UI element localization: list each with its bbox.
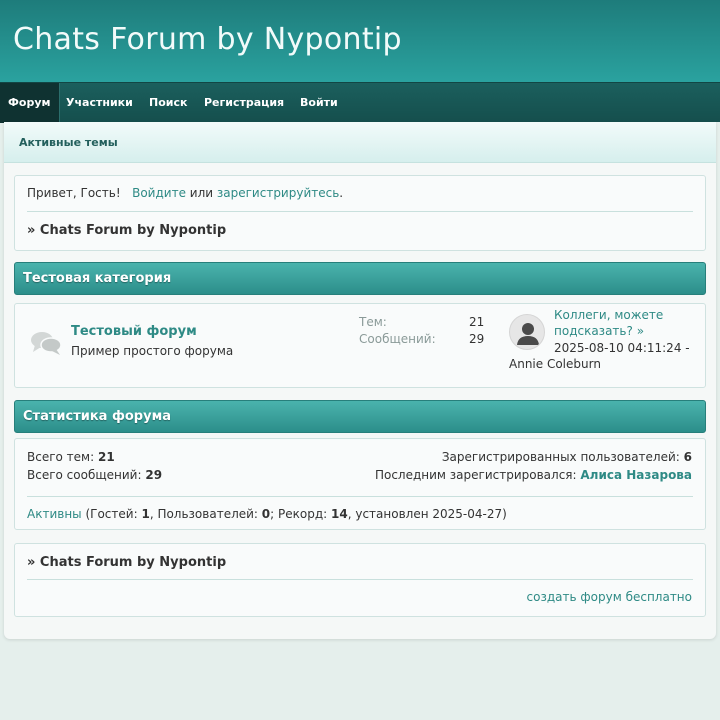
welcome-line: Привет, Гость! Войдите или зарегистрируй… [27,186,343,200]
last-registered: Последним зарегистрировался: Алиса Назар… [375,468,692,482]
posts-label: Сообщений: [359,332,436,346]
online-link[interactable]: Активны [27,507,82,521]
total-posts: Всего сообщений: 29 [27,468,162,482]
nav-search[interactable]: Поиск [149,83,187,123]
topics-count: 21 [469,315,485,329]
divider [27,211,693,212]
active-topics-link[interactable]: Активные темы [19,136,118,149]
total-posts-label: Всего сообщений: [27,468,142,482]
last-post-link[interactable]: Коллеги, можете подсказать? » [554,307,663,339]
total-topics: Всего тем: 21 [27,450,115,464]
main-content: Активные темы Привет, Гость! Войдите или… [4,122,716,639]
site-header: Chats Forum by Nypontip [0,0,720,82]
stats-header: Статистика форума [14,400,706,433]
last-registered-label: Последним зарегистрировался: [374,468,577,482]
welcome-box: Привет, Гость! Войдите или зарегистрируй… [14,175,706,251]
forum-title-link[interactable]: Тестовый форум [71,324,197,339]
period-text: . [339,186,344,200]
login-link[interactable]: Войдите [132,186,186,200]
total-topics-label: Всего тем: [27,450,95,464]
total-topics-value: 21 [97,450,115,464]
footer-breadcrumb[interactable]: » Chats Forum by Nypontip [27,555,226,570]
nav-members[interactable]: Участники [66,83,133,123]
online-text: ; Рекорд: [270,507,328,521]
registered-label: Зарегистрированных пользователей: [441,450,680,464]
last-post-title-line1: Коллеги, можете [554,308,664,322]
posts-count: 29 [469,332,485,346]
user-avatar-icon [509,314,545,350]
breadcrumb[interactable]: » Chats Forum by Nypontip [27,223,226,238]
total-posts-value: 29 [145,468,163,482]
nav-forum[interactable]: Форум [0,83,60,123]
or-text: или [189,186,214,200]
online-text: (Гостей: [85,507,138,521]
last-post-author[interactable]: Annie Coleburn [509,356,601,372]
divider [27,579,693,580]
nav-login[interactable]: Войти [300,83,338,123]
site-title[interactable]: Chats Forum by Nypontip [13,22,402,57]
nav-register[interactable]: Регистрация [204,83,284,123]
sub-navbar: Активные темы [4,122,716,163]
last-registered-user-link[interactable]: Алиса Назарова [580,468,692,482]
register-link[interactable]: зарегистрируйтесь [217,186,339,200]
online-text: , установлен 2025-04-27) [347,507,507,521]
stats-box: Всего тем: 21 Всего сообщений: 29 Зареги… [14,438,706,530]
online-text: , Пользователей: [149,507,258,521]
forum-description: Пример простого форума [71,344,234,358]
guests-count: 1 [141,507,150,521]
forum-bubbles-icon [31,332,62,355]
users-count: 0 [261,507,271,521]
last-post-date: 2025-08-10 04:11:24 - [554,341,690,355]
record-count: 14 [331,507,348,521]
create-forum-link[interactable]: создать форум бесплатно [527,590,692,604]
footer-box: » Chats Forum by Nypontip создать форум … [14,543,706,617]
greeting-text: Привет, Гость! [27,186,121,200]
registered-value: 6 [683,450,692,464]
registered-users: Зарегистрированных пользователей: 6 [442,450,692,464]
forum-row: Тестовый форум Пример простого форума Те… [14,303,706,388]
online-line: Активны (Гостей: 1, Пользователей: 0; Ре… [27,507,507,521]
main-nav: Форум Участники Поиск Регистрация Войти [0,82,720,123]
last-post-arrow: » [636,324,645,338]
divider [27,496,693,497]
category-header[interactable]: Тестовая категория [14,262,706,295]
last-post-title-line2: подсказать? [554,324,633,338]
topics-label: Тем: [359,315,387,329]
